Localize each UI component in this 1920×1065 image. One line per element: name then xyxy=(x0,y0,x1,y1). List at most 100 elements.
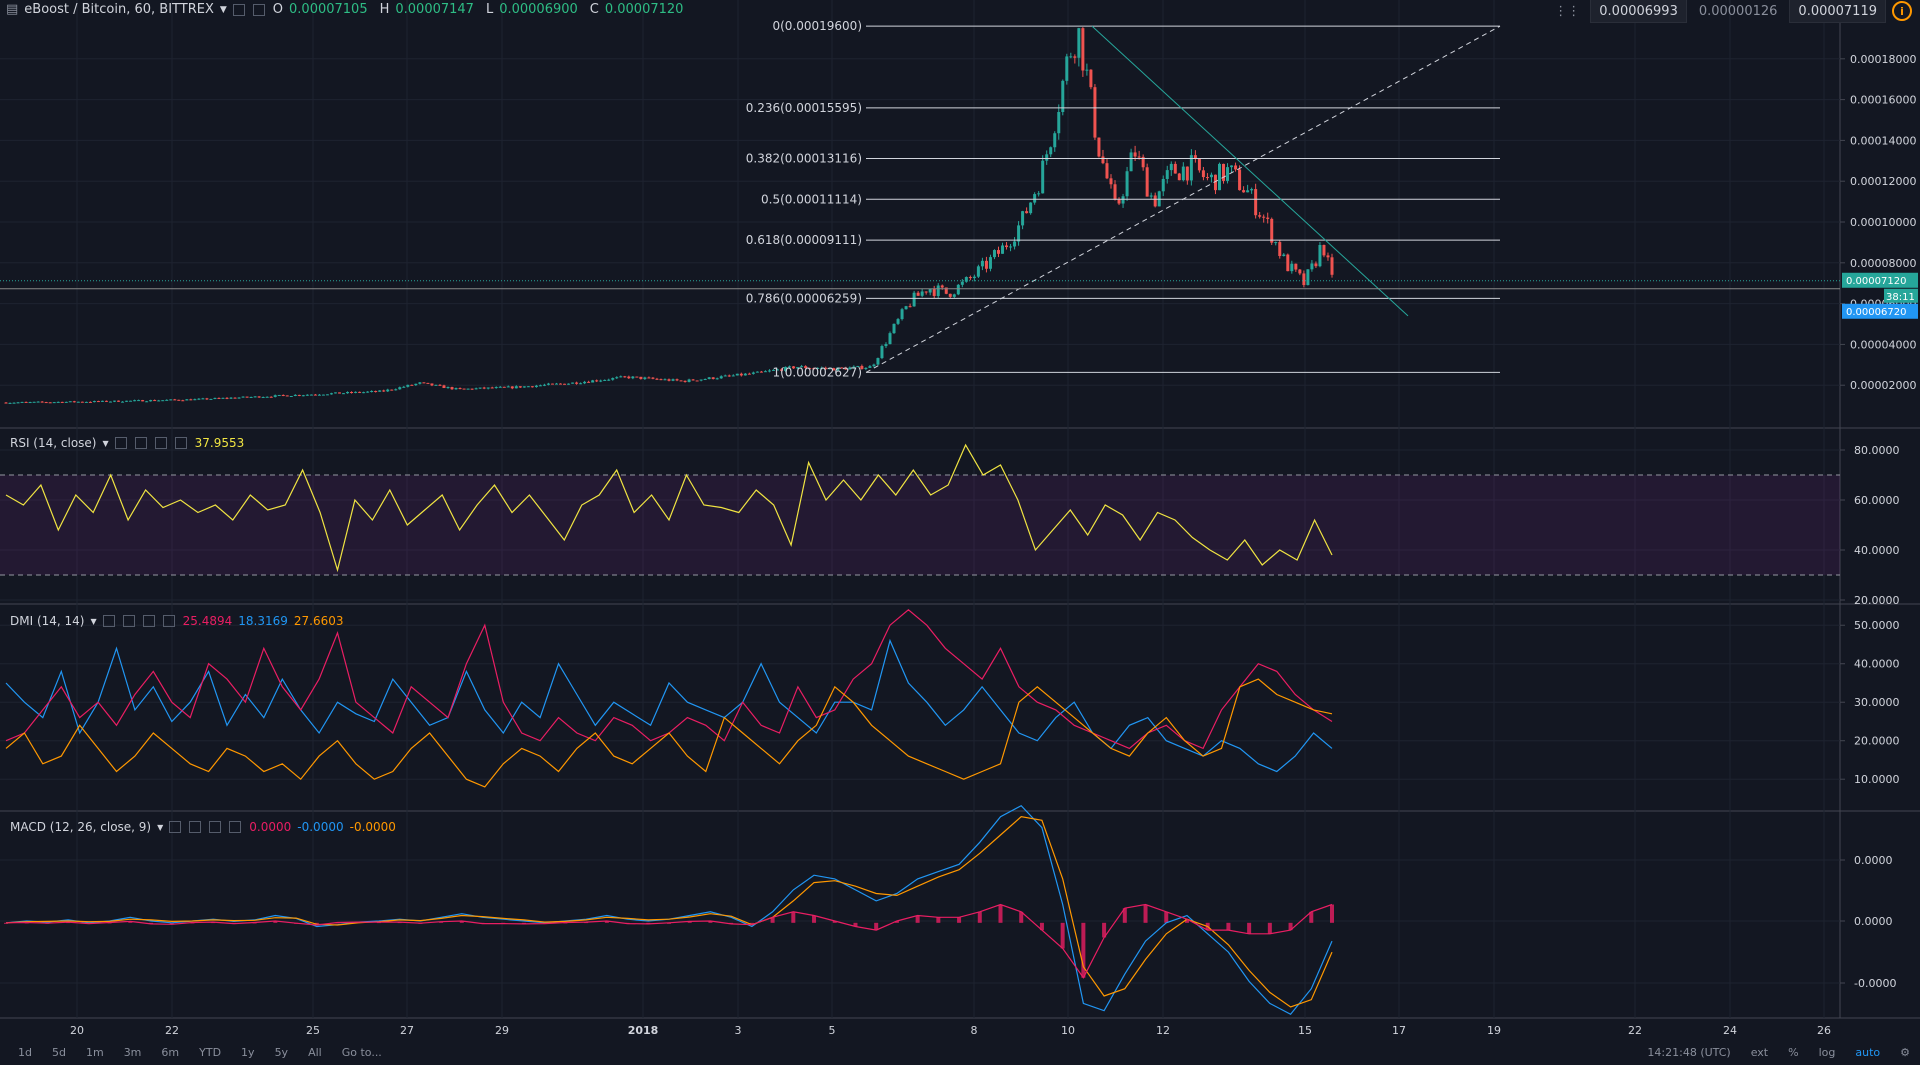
candle-body xyxy=(478,387,482,389)
candle-body xyxy=(1326,255,1330,258)
candle-body xyxy=(1278,242,1282,257)
candle-body xyxy=(631,376,635,379)
ask-box[interactable]: 0.00007119 xyxy=(1789,0,1886,23)
settings-icon[interactable] xyxy=(189,821,202,833)
symbol-label[interactable]: eBoost / Bitcoin, 60, BITTREX xyxy=(24,2,214,17)
range-5y[interactable]: 5y xyxy=(275,1046,289,1059)
range-5d[interactable]: 5d xyxy=(52,1046,66,1059)
rsi-label[interactable]: RSI (14, close) xyxy=(10,436,96,450)
dmi-value-2: 18.3169 xyxy=(238,614,288,628)
add-icon[interactable] xyxy=(142,615,155,627)
candle-body xyxy=(514,386,518,389)
candle-body xyxy=(145,401,149,403)
dmi-label[interactable]: DMI (14, 14) xyxy=(10,614,84,628)
candle-body xyxy=(209,398,213,400)
time-tick-label: 17 xyxy=(1392,1024,1406,1037)
candle-body xyxy=(647,377,651,379)
candle-body xyxy=(269,396,273,398)
time-tick-label: 24 xyxy=(1723,1024,1737,1037)
candle-body xyxy=(253,396,257,398)
candle-body xyxy=(60,401,64,403)
chart-canvas[interactable]: 20 22 25 27 29 2018 3 5 8 10 12 15 17 19 22 24 26 0.00018… xyxy=(0,0,1920,1065)
range-1d[interactable]: 1d xyxy=(18,1046,32,1059)
candle-body xyxy=(125,400,129,402)
hide-icon[interactable] xyxy=(102,615,115,627)
time-tick-label: 2018 xyxy=(628,1024,659,1037)
bottom-toolbar: 1d 5d 1m 3m 6m YTD 1y 5y All Go to... 14… xyxy=(0,1039,1920,1065)
macd-histogram-bar xyxy=(977,911,982,923)
ext-toggle[interactable]: ext xyxy=(1751,1046,1768,1059)
close-icon[interactable] xyxy=(229,821,242,833)
goto-button[interactable]: Go to... xyxy=(342,1046,382,1059)
fib-level-label: 0.786(0.00006259) xyxy=(746,291,862,305)
candle-body xyxy=(615,377,619,379)
range-all[interactable]: All xyxy=(308,1046,322,1059)
chevron-down-icon[interactable]: ▼ xyxy=(90,617,96,626)
series-line-1 xyxy=(5,609,1333,750)
candle-body xyxy=(141,400,145,402)
gear-icon[interactable]: ⚙ xyxy=(1900,1046,1910,1059)
price-tick-label: 0.00004000 xyxy=(1850,338,1916,351)
settings-icon[interactable] xyxy=(252,3,265,16)
spread-value: 0.00000126 xyxy=(1698,3,1778,19)
candle-body xyxy=(406,384,410,387)
time-tick-label: 22 xyxy=(165,1024,179,1037)
range-1y[interactable]: 1y xyxy=(241,1046,255,1059)
candle-body xyxy=(1209,174,1213,178)
last-price-tag-label: 0.00007120 xyxy=(1846,276,1906,287)
candle-body xyxy=(1137,156,1141,158)
candle-body xyxy=(28,402,32,404)
range-6m[interactable]: 6m xyxy=(161,1046,179,1059)
ohlc-low-key: L xyxy=(485,2,494,17)
candle-body xyxy=(462,388,466,390)
candle-body xyxy=(956,284,960,295)
chevron-down-icon[interactable]: ▼ xyxy=(102,439,108,448)
candle-body xyxy=(1246,190,1250,193)
settings-icon[interactable] xyxy=(122,615,135,627)
close-icon[interactable] xyxy=(162,615,175,627)
chevron-down-icon[interactable]: ▼ xyxy=(220,5,227,15)
drag-handle-icon[interactable]: ⋮⋮ xyxy=(1554,4,1580,19)
chevron-down-icon[interactable]: ▼ xyxy=(157,823,163,832)
candle-body xyxy=(354,391,358,393)
chart-menu-icon[interactable]: ▤ xyxy=(6,2,18,17)
candle-body xyxy=(655,378,659,380)
indicator-tick-label: 20.0000 xyxy=(1854,594,1900,607)
time-tick-label: 29 xyxy=(495,1024,509,1037)
candle-body xyxy=(1113,184,1117,200)
hide-icon[interactable] xyxy=(114,437,127,449)
hide-icon[interactable] xyxy=(169,821,182,833)
candle-body xyxy=(8,402,12,404)
add-icon[interactable] xyxy=(209,821,222,833)
add-icon[interactable] xyxy=(154,437,167,449)
candle-body xyxy=(1065,56,1069,81)
macd-histogram-bar xyxy=(791,911,796,923)
log-toggle[interactable]: log xyxy=(1819,1046,1836,1059)
candle-body xyxy=(932,289,936,296)
info-icon[interactable]: i xyxy=(1892,1,1912,21)
range-1m[interactable]: 1m xyxy=(86,1046,104,1059)
range-3m[interactable]: 3m xyxy=(124,1046,142,1059)
candle-body xyxy=(755,371,759,373)
macd-label[interactable]: MACD (12, 26, close, 9) xyxy=(10,820,151,834)
candle-body xyxy=(542,384,546,386)
candle-body xyxy=(68,401,72,403)
close-icon[interactable] xyxy=(174,437,187,449)
candle-body xyxy=(763,371,767,373)
indicator-tick-label: 30.0000 xyxy=(1854,696,1900,709)
candle-body xyxy=(80,401,84,403)
candle-body xyxy=(880,346,884,359)
candle-body xyxy=(249,396,253,398)
candle-body xyxy=(1021,211,1025,226)
range-ytd[interactable]: YTD xyxy=(199,1046,221,1059)
candle-body xyxy=(293,394,297,397)
bid-box[interactable]: 0.00006993 xyxy=(1590,0,1687,23)
auto-toggle[interactable]: auto xyxy=(1855,1046,1880,1059)
candle-body xyxy=(317,394,321,396)
candle-body xyxy=(1258,215,1262,217)
percent-toggle[interactable]: % xyxy=(1788,1046,1798,1059)
settings-icon[interactable] xyxy=(134,437,147,449)
candle-body xyxy=(225,397,229,399)
candle-body xyxy=(185,399,189,401)
hide-icon[interactable] xyxy=(232,3,245,16)
